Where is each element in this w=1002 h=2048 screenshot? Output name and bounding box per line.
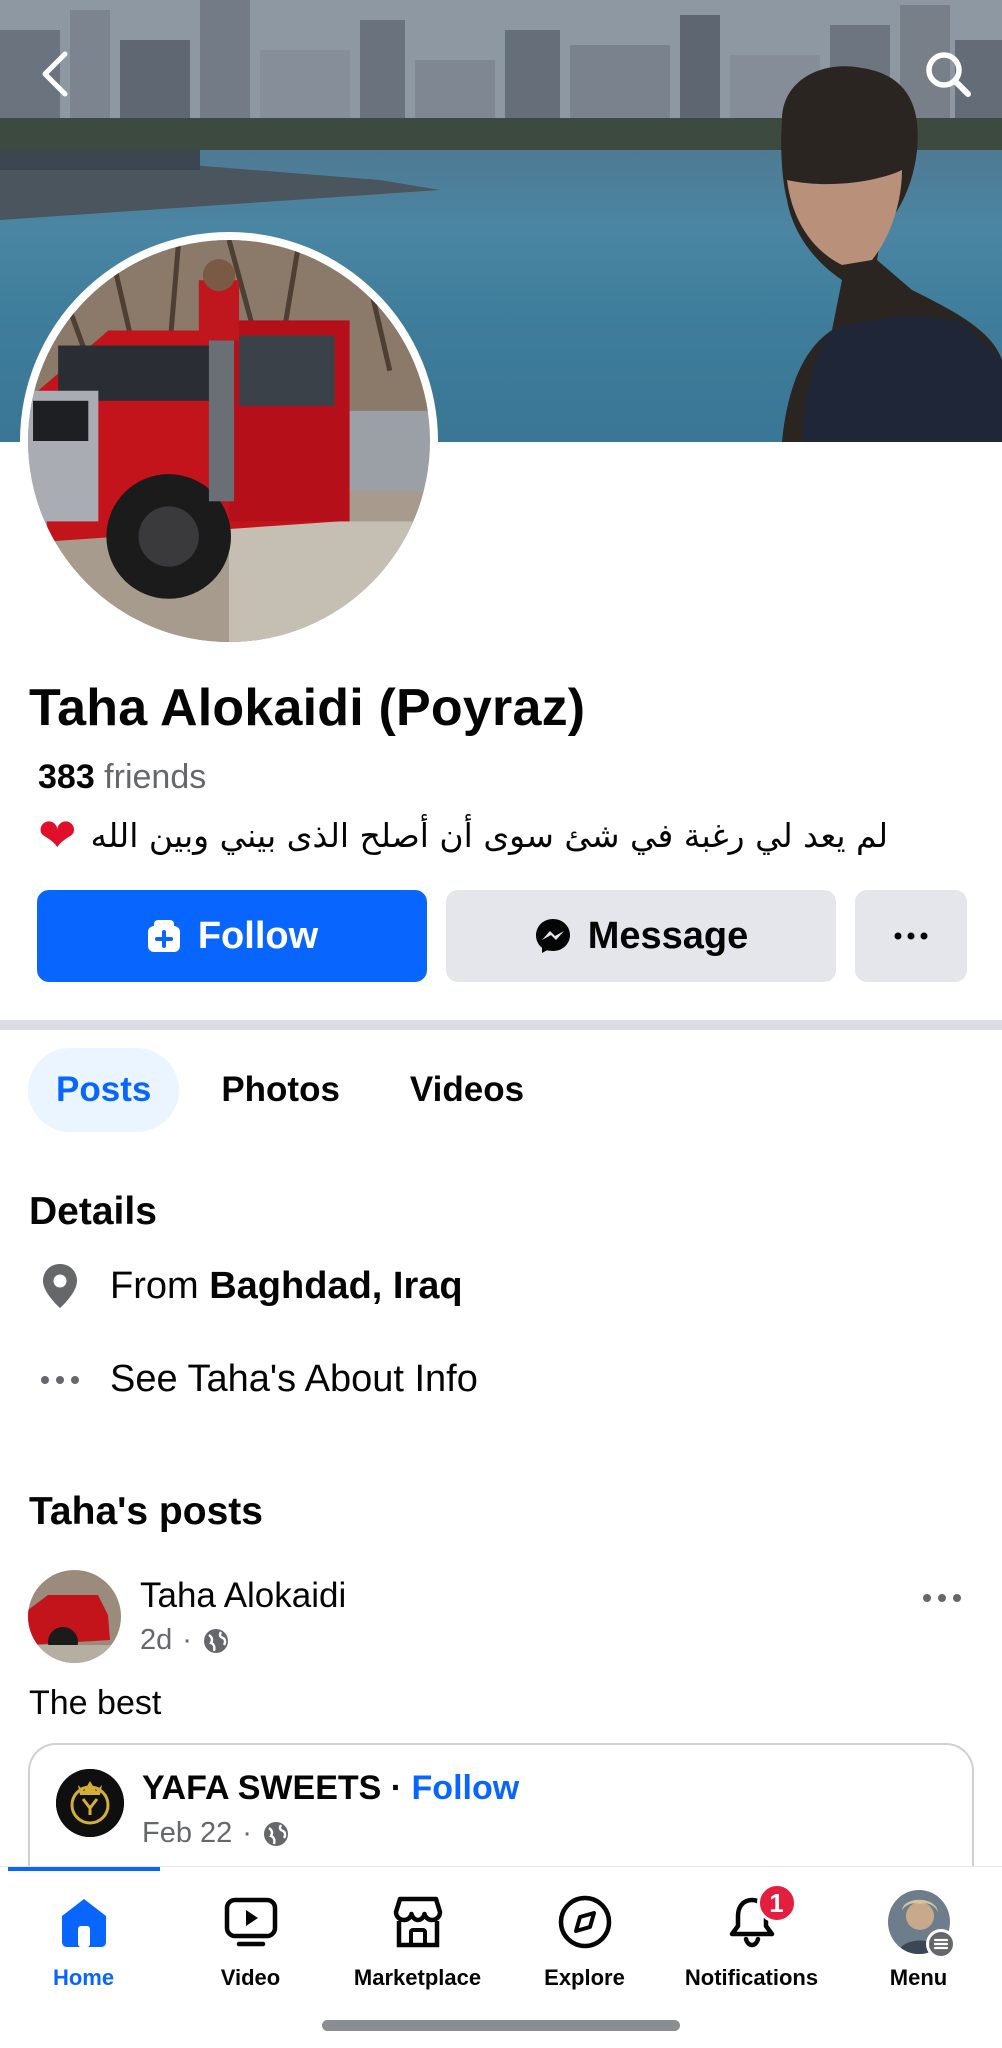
tab-videos[interactable]: Videos bbox=[382, 1048, 552, 1132]
nav-menu[interactable]: Menu bbox=[835, 1890, 1002, 1991]
profile-bio: ❤ لم يعد لي رغبة في شئ سوى أن أصلح الذى … bbox=[38, 812, 958, 858]
back-button[interactable] bbox=[22, 42, 86, 106]
follow-label: Follow bbox=[197, 914, 319, 957]
friends-number: 383 bbox=[38, 758, 95, 796]
messenger-icon bbox=[535, 919, 570, 953]
from-location: Baghdad, Iraq bbox=[209, 1264, 463, 1307]
active-tab-indicator bbox=[8, 1867, 160, 1871]
nav-marketplace-label: Marketplace bbox=[353, 1965, 482, 1990]
search-icon bbox=[926, 52, 971, 97]
meta-dot: · bbox=[182, 1624, 192, 1656]
more-horizontal-icon bbox=[41, 1375, 79, 1384]
message-button[interactable]: Message bbox=[446, 890, 836, 982]
cover-person bbox=[781, 66, 1002, 442]
nav-notifications[interactable]: 1 Notifications bbox=[668, 1883, 835, 1991]
globe-icon bbox=[203, 1628, 228, 1653]
nav-notifications-label: Notifications bbox=[684, 1965, 819, 1990]
message-label: Message bbox=[587, 914, 749, 957]
more-horizontal-icon bbox=[894, 932, 928, 940]
location-pin-icon bbox=[43, 1264, 77, 1308]
nav-home[interactable]: Home bbox=[0, 1891, 167, 1991]
profile-name: Taha Alokaidi (Poyraz) bbox=[29, 679, 586, 737]
tab-photos[interactable]: Photos bbox=[193, 1048, 368, 1132]
chevron-left-icon bbox=[42, 51, 68, 97]
friends-label: friends bbox=[94, 758, 207, 796]
post-author-name[interactable]: Taha Alokaidi bbox=[140, 1576, 346, 1616]
cover-pier bbox=[0, 150, 440, 220]
section-divider bbox=[0, 1020, 1002, 1030]
shared-post-meta: Feb 22 · bbox=[142, 1817, 290, 1850]
heart-icon: ❤ bbox=[38, 809, 77, 861]
from-prefix: From bbox=[110, 1264, 210, 1307]
notification-badge: 1 bbox=[756, 1883, 797, 1923]
menu-avatar bbox=[887, 1890, 956, 1959]
details-heading: Details bbox=[29, 1190, 157, 1233]
more-options-button[interactable] bbox=[855, 890, 967, 982]
nav-video[interactable]: Video bbox=[167, 1891, 334, 1991]
post-meta: 2d · bbox=[140, 1624, 230, 1657]
yafa-sweets-logo[interactable] bbox=[56, 1769, 124, 1837]
compass-icon bbox=[554, 1891, 616, 1953]
nav-explore[interactable]: Explore bbox=[501, 1891, 668, 1991]
post-author-avatar[interactable] bbox=[28, 1570, 121, 1663]
meta-dot: · bbox=[242, 1817, 252, 1849]
post-options-button[interactable] bbox=[912, 1578, 972, 1618]
about-info-label: See Taha's About Info bbox=[110, 1358, 478, 1400]
post-text: The best bbox=[29, 1684, 162, 1722]
globe-icon bbox=[263, 1821, 288, 1846]
nav-menu-label: Menu bbox=[889, 1965, 948, 1990]
nav-home-label: Home bbox=[52, 1965, 115, 1990]
shared-page-name-row: YAFA SWEETS · Follow bbox=[142, 1769, 519, 1808]
nav-video-label: Video bbox=[220, 1965, 281, 1990]
home-icon bbox=[53, 1891, 115, 1953]
shared-page-name[interactable]: YAFA SWEETS bbox=[142, 1769, 381, 1807]
video-icon bbox=[220, 1891, 282, 1953]
shared-follow-link[interactable]: Follow bbox=[412, 1769, 520, 1807]
shared-separator: · bbox=[381, 1769, 412, 1807]
nav-marketplace[interactable]: Marketplace bbox=[334, 1891, 501, 1991]
bio-text: لم يعد لي رغبة في شئ سوى أن أصلح الذى بي… bbox=[90, 815, 889, 855]
profile-photo-truck bbox=[28, 239, 430, 642]
posts-heading: Taha's posts bbox=[29, 1490, 263, 1533]
nav-explore-label: Explore bbox=[544, 1965, 625, 1990]
bell-icon: 1 bbox=[721, 1883, 797, 1953]
tab-posts[interactable]: Posts bbox=[28, 1048, 180, 1132]
profile-tabs: Posts Photos Videos bbox=[28, 1048, 552, 1132]
marketplace-icon bbox=[387, 1891, 449, 1953]
hamburger-icon bbox=[925, 1929, 956, 1959]
home-indicator[interactable] bbox=[322, 2020, 680, 2031]
friends-count[interactable]: 383 friends bbox=[38, 758, 206, 797]
profile-picture[interactable] bbox=[20, 232, 438, 650]
post-time[interactable]: 2d bbox=[140, 1624, 172, 1657]
shared-post-date[interactable]: Feb 22 bbox=[142, 1817, 232, 1850]
profile-actions: Follow Message bbox=[37, 890, 967, 982]
follow-user-icon bbox=[147, 920, 180, 952]
search-button[interactable] bbox=[916, 42, 980, 106]
follow-button[interactable]: Follow bbox=[37, 890, 427, 982]
about-info-link[interactable]: See Taha's About Info bbox=[40, 1358, 478, 1401]
detail-hometown: From Baghdad, Iraq bbox=[40, 1262, 463, 1310]
more-horizontal-icon bbox=[923, 1594, 961, 1602]
